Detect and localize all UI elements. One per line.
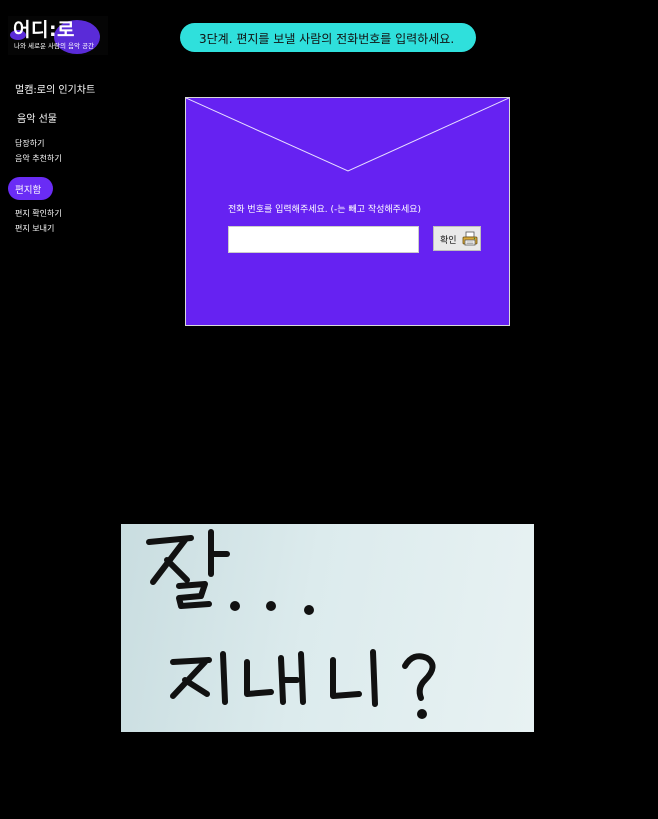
confirm-button[interactable]: 확인 <box>433 226 481 251</box>
nav-mailbox-label: 편지함 <box>15 185 42 196</box>
nav-check-letter[interactable]: 편지 확인하기 <box>15 208 62 219</box>
site-logo[interactable]: 어디:로 나와 세로운 사람의 음악 공간 <box>8 16 108 55</box>
nav-music-gift[interactable]: 음악 선물 <box>17 110 57 125</box>
nav-send-letter[interactable]: 편지 보내기 <box>15 223 54 234</box>
envelope-form: 전화 번호를 입력해주세요. (-는 빼고 작성해주세요) 확인 <box>185 97 510 326</box>
nav-popular-chart[interactable]: 멀캠:로의 인기차트 <box>15 81 95 96</box>
logo-title: 어디:로 <box>13 19 76 41</box>
step-banner: 3단계. 편지를 보낼 사람의 전화번호를 입력하세요. <box>180 23 476 52</box>
phone-prompt-label: 전화 번호를 입력해주세요. (-는 빼고 작성해주세요) <box>228 205 422 215</box>
handwriting-strokes <box>146 529 436 719</box>
handwritten-message-image <box>121 524 534 732</box>
phone-number-input[interactable] <box>228 226 419 253</box>
confirm-button-label: 확인 <box>440 236 457 246</box>
step-banner-text: 3단계. 편지를 보낼 사람의 전화번호를 입력하세요. <box>199 32 455 46</box>
nav-mailbox[interactable]: 편지함 <box>8 177 53 200</box>
nav-recommend-music[interactable]: 음악 추천하기 <box>15 153 62 164</box>
nav-reply[interactable]: 답장하기 <box>15 138 44 149</box>
logo-subtitle: 나와 세로운 사람의 음악 공간 <box>14 42 95 50</box>
